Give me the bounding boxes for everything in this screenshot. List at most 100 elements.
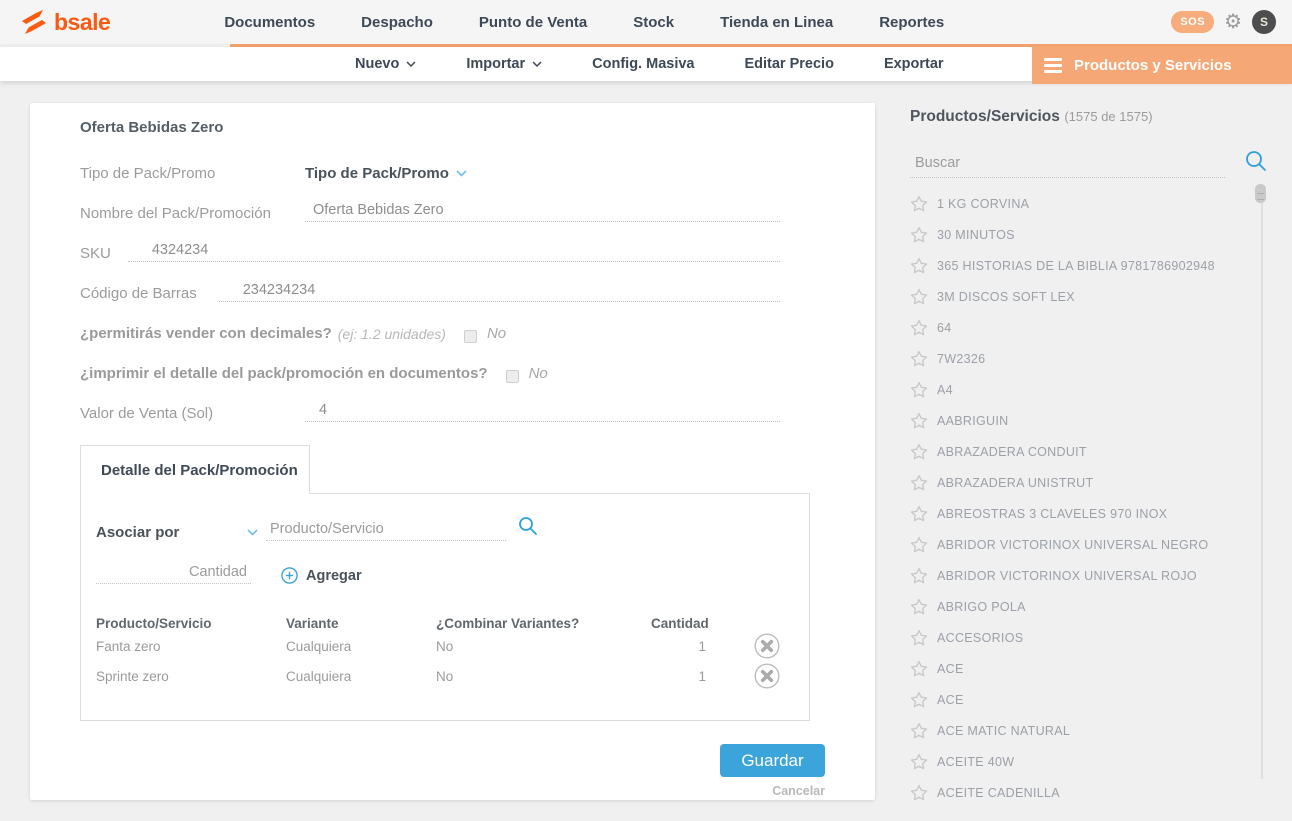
star-icon[interactable] <box>910 722 928 739</box>
gear-icon[interactable]: ⚙ <box>1224 12 1242 32</box>
chevron-down-icon <box>532 61 542 67</box>
plus-circle-icon <box>281 567 298 584</box>
nav-tienda-en-linea[interactable]: Tienda en Linea <box>720 14 833 31</box>
producto-servicio-input[interactable]: Producto/Servicio <box>266 521 506 541</box>
product-list-item[interactable]: ABREOSTRAS 3 CLAVELES 970 INOX <box>910 498 1270 529</box>
product-list-item[interactable]: 30 MINUTOS <box>910 219 1270 250</box>
product-list-item[interactable]: ACE <box>910 653 1270 684</box>
product-name: 7W2326 <box>937 352 985 366</box>
product-list-item[interactable]: 365 HISTORIAS DE LA BIBLIA 9781786902948 <box>910 250 1270 281</box>
star-icon[interactable] <box>910 753 928 770</box>
product-list-item[interactable]: A4 <box>910 374 1270 405</box>
product-list-item[interactable]: 1 KG CORVINA <box>910 188 1270 219</box>
nav-despacho[interactable]: Despacho <box>361 14 433 31</box>
star-icon[interactable] <box>910 536 928 553</box>
star-icon[interactable] <box>910 505 928 522</box>
tipo-pack-dropdown[interactable]: Tipo de Pack/Promo <box>305 165 467 182</box>
search-icon[interactable] <box>518 516 538 541</box>
valor-venta-input[interactable]: 4 <box>305 402 780 422</box>
imprimir-question: ¿imprimir el detalle del pack/promoción … <box>80 365 488 382</box>
product-list-item[interactable]: ABRAZADERA UNISTRUT <box>910 467 1270 498</box>
menu-editar-precio[interactable]: Editar Precio <box>744 56 833 72</box>
decimales-checkbox[interactable] <box>464 330 477 343</box>
sidebar-count: (1575 de 1575) <box>1064 109 1152 124</box>
imprimir-checkbox[interactable] <box>506 370 519 383</box>
star-icon[interactable] <box>910 474 928 491</box>
product-list-item[interactable]: ABRIDOR VICTORINOX UNIVERSAL ROJO <box>910 560 1270 591</box>
remove-row-button[interactable] <box>754 633 794 659</box>
product-list-item[interactable]: ACCESORIOS <box>910 622 1270 653</box>
star-icon[interactable] <box>910 412 928 429</box>
sidebar-scrollbar-thumb[interactable] <box>1255 184 1266 203</box>
nav-punto-de-venta[interactable]: Punto de Venta <box>479 14 587 31</box>
context-button-label: Productos y Servicios <box>1074 57 1232 74</box>
star-icon[interactable] <box>910 195 928 212</box>
decimales-value: No <box>487 325 506 342</box>
sku-input[interactable]: 4324234 <box>128 242 780 262</box>
chevron-down-icon <box>456 170 467 177</box>
cell-cantidad: 1 <box>651 639 706 654</box>
row-sku: SKU 4324234 <box>80 222 780 262</box>
product-list-item[interactable]: ACEITE 40W <box>910 746 1270 777</box>
product-name: ABRIDOR VICTORINOX UNIVERSAL ROJO <box>937 569 1197 583</box>
product-list-item[interactable]: ACEITE CADENILLA <box>910 777 1270 808</box>
tab-detalle-pack[interactable]: Detalle del Pack/Promoción <box>80 445 310 494</box>
product-name: ABREOSTRAS 3 CLAVELES 970 INOX <box>937 507 1167 521</box>
nombre-input[interactable]: Oferta Bebidas Zero <box>305 202 780 222</box>
bsale-logo[interactable]: bsale <box>20 9 110 36</box>
star-icon[interactable] <box>910 381 928 398</box>
product-list-item[interactable]: ABRIDOR VICTORINOX UNIVERSAL NEGRO <box>910 529 1270 560</box>
codigo-barras-input[interactable]: 234234234 <box>219 282 780 302</box>
star-icon[interactable] <box>910 567 928 584</box>
remove-x-icon <box>754 633 780 659</box>
product-name: ABRAZADERA CONDUIT <box>937 445 1087 459</box>
asociar-por-dropdown[interactable]: Asociar por <box>96 524 266 541</box>
star-icon[interactable] <box>910 350 928 367</box>
product-list-item[interactable]: ABRAZADERA CONDUIT <box>910 436 1270 467</box>
row-valor-venta: Valor de Venta (Sol) 4 <box>80 382 780 422</box>
star-icon[interactable] <box>910 443 928 460</box>
sidebar-scrollbar-track[interactable] <box>1261 186 1263 779</box>
star-icon[interactable] <box>910 226 928 243</box>
product-name: AABRIGUIN <box>937 414 1008 428</box>
nav-stock[interactable]: Stock <box>633 14 674 31</box>
product-list-item[interactable]: 3M DISCOS SOFT LEX <box>910 281 1270 312</box>
remove-row-button[interactable] <box>754 663 794 689</box>
remove-x-icon <box>754 663 780 689</box>
star-icon[interactable] <box>910 288 928 305</box>
product-search-input[interactable]: Buscar <box>910 154 1225 178</box>
product-list-item[interactable]: AABRIGUIN <box>910 405 1270 436</box>
menu-exportar[interactable]: Exportar <box>884 56 944 72</box>
product-name: 1 KG CORVINA <box>937 197 1029 211</box>
search-icon[interactable] <box>1245 150 1267 177</box>
decimales-hint: (ej: 1.2 unidades) <box>338 326 446 342</box>
menu-config-masiva[interactable]: Config. Masiva <box>592 56 694 72</box>
menu-nuevo[interactable]: Nuevo <box>355 56 416 72</box>
star-icon[interactable] <box>910 319 928 336</box>
product-list-item[interactable]: 7W2326 <box>910 343 1270 374</box>
product-list-item[interactable]: ACE <box>910 684 1270 715</box>
user-avatar[interactable]: S <box>1252 10 1276 34</box>
star-icon[interactable] <box>910 660 928 677</box>
agregar-button[interactable]: Agregar <box>281 567 362 584</box>
cell-producto: Fanta zero <box>96 639 286 654</box>
star-icon[interactable] <box>910 598 928 615</box>
sos-button[interactable]: SOS <box>1171 11 1214 33</box>
productos-servicios-button[interactable]: Productos y Servicios <box>1032 46 1292 84</box>
star-icon[interactable] <box>910 257 928 274</box>
nav-documentos[interactable]: Documentos <box>224 14 315 31</box>
nav-reportes[interactable]: Reportes <box>879 14 944 31</box>
product-list-item[interactable]: 64 <box>910 312 1270 343</box>
imprimir-value: No <box>529 365 548 382</box>
product-name: ACE <box>937 662 964 676</box>
guardar-button[interactable]: Guardar <box>720 744 825 777</box>
row-decimales: ¿permitirás vender con decimales? (ej: 1… <box>80 302 780 342</box>
menu-importar[interactable]: Importar <box>466 56 542 72</box>
product-list-item[interactable]: ABRIGO POLA <box>910 591 1270 622</box>
star-icon[interactable] <box>910 691 928 708</box>
cancelar-link[interactable]: Cancelar <box>772 784 825 798</box>
star-icon[interactable] <box>910 784 928 801</box>
cantidad-input[interactable]: Cantidad <box>96 564 251 584</box>
product-list-item[interactable]: ACE MATIC NATURAL <box>910 715 1270 746</box>
star-icon[interactable] <box>910 629 928 646</box>
